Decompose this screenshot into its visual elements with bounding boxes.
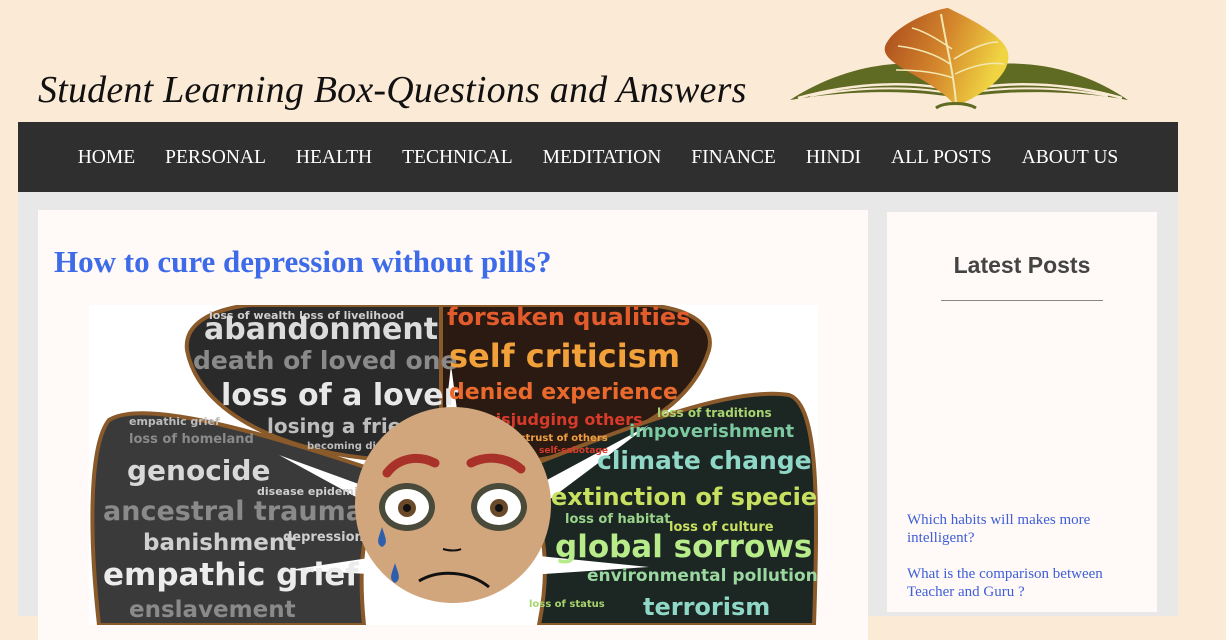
post-title[interactable]: How to cure depression without pills? <box>54 244 551 280</box>
sidebar-divider <box>941 300 1103 301</box>
main-navigation: HOME PERSONAL HEALTH TECHNICAL MEDITATIO… <box>18 122 1178 192</box>
nav-technical[interactable]: TECHNICAL <box>402 145 513 169</box>
nav-finance[interactable]: FINANCE <box>691 145 776 169</box>
word-cloud-text: loss of habitat <box>565 512 671 527</box>
word-cloud-text: death of loved one <box>193 346 457 375</box>
site-header: Student Learning Box-Questions and Answe… <box>0 0 1226 122</box>
word-cloud-text: self criticism <box>449 337 680 375</box>
nav-home[interactable]: HOME <box>78 145 135 169</box>
featured-image[interactable]: loss of wealth loss of livelihood abando… <box>89 305 818 625</box>
word-cloud-text: disease epidemics <box>257 485 371 498</box>
word-cloud-text: loss of homeland <box>129 432 254 447</box>
nav-personal[interactable]: PERSONAL <box>165 145 266 169</box>
word-cloud-text: ancestral trauma <box>103 496 364 527</box>
word-cloud-text: abandonment <box>204 312 438 347</box>
word-cloud-text: forsaken qualities <box>447 305 690 331</box>
nav-health[interactable]: HEALTH <box>296 145 372 169</box>
nav-hindi[interactable]: HINDI <box>806 145 861 169</box>
word-cloud-text: terrorism <box>643 593 770 621</box>
word-cloud-text: impoverishment <box>629 421 794 442</box>
open-book-with-leaf-logo[interactable] <box>786 4 1132 112</box>
word-cloud-text: empathic grief <box>103 557 359 593</box>
content-area: How to cure depression without pills? lo… <box>18 192 1178 640</box>
latest-posts-heading: Latest Posts <box>953 252 1091 278</box>
word-cloud-text: loss of traditions <box>657 406 772 420</box>
post-article: How to cure depression without pills? lo… <box>38 210 868 640</box>
word-cloud-text: depression <box>283 530 364 545</box>
sad-face-icon <box>355 407 551 603</box>
word-cloud-text: loss of a lover <box>221 378 459 413</box>
nav-all-posts[interactable]: ALL POSTS <box>891 145 992 169</box>
site-title[interactable]: Student Learning Box-Questions and Answe… <box>38 68 747 112</box>
word-cloud-text: loss of status <box>529 599 605 610</box>
word-cloud-text: enslavement <box>129 597 296 623</box>
word-cloud-text: empathic grief <box>129 415 220 428</box>
word-cloud-text: extinction of species <box>551 483 818 511</box>
word-cloud-text: genocide <box>127 454 270 487</box>
word-cloud-text: denied experience <box>449 380 678 405</box>
latest-post-link[interactable]: Which habits will makes more intelligent… <box>907 511 1137 547</box>
latest-post-link[interactable]: What is the comparison between Teacher a… <box>907 565 1137 601</box>
word-cloud-text: environmental pollution <box>587 566 818 586</box>
word-cloud-text: global sorrows <box>555 529 812 565</box>
depression-word-cloud-illustration: loss of wealth loss of livelihood abando… <box>90 305 818 625</box>
nav-meditation[interactable]: MEDITATION <box>543 145 662 169</box>
word-cloud-text: climate change <box>597 446 812 475</box>
word-cloud-text: banishment <box>143 530 296 556</box>
sidebar: Latest Posts Which habits will makes mor… <box>887 212 1157 612</box>
nav-about-us[interactable]: ABOUT US <box>1022 145 1119 169</box>
